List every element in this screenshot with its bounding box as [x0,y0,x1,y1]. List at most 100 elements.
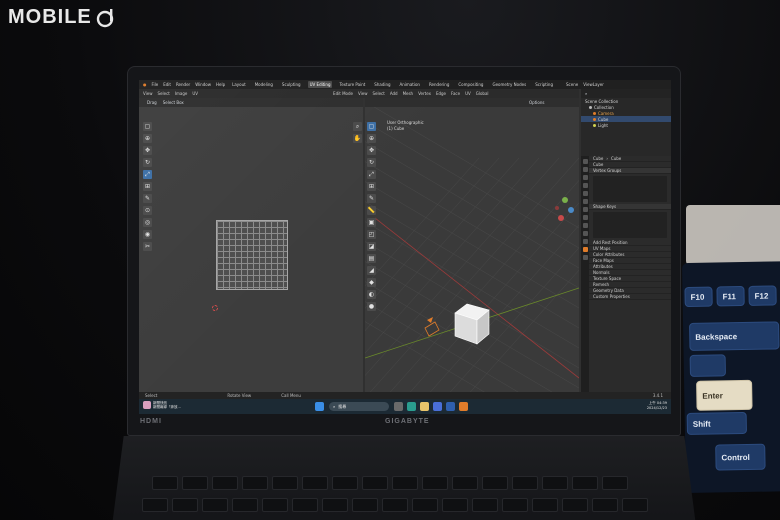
mode-selector[interactable]: Edit Mode [333,91,353,96]
vp-vertex-menu[interactable]: Vertex [418,91,431,96]
panel-custom-properties[interactable]: Custom Properties [589,294,671,300]
vp-select-menu[interactable]: Select [372,91,384,96]
select-box-tool-icon[interactable]: ▢ [367,122,376,131]
blender-taskbar-icon[interactable] [459,402,468,411]
file-explorer-icon[interactable] [420,402,429,411]
annotate-tool-icon[interactable]: ✎ [367,194,376,203]
cursor-tool-icon[interactable]: ⊕ [367,134,376,143]
camera-object-icon[interactable] [424,317,440,337]
panel-shape-keys[interactable]: Shape Keys [589,204,671,210]
view-layer-selector[interactable]: ViewLayer [583,82,604,87]
pinch-tool-icon[interactable]: ◉ [143,230,152,239]
uv-map-grid[interactable] [216,220,288,290]
tab-rendering[interactable]: Rendering [427,81,451,88]
tab-uv-editing[interactable]: UV Editing [307,81,333,88]
extrude-tool-icon[interactable]: ▣ [367,218,376,227]
loop-cut-tool-icon[interactable]: ▤ [367,254,376,263]
inset-tool-icon[interactable]: ◰ [367,230,376,239]
vp-mesh-menu[interactable]: Mesh [403,91,414,96]
object-tab-icon[interactable] [582,207,588,212]
3d-viewport[interactable]: Options User Orthographic (1) Cube ▢ ⊕ ✥… [365,98,579,392]
vp-face-menu[interactable]: Face [451,91,460,96]
uv-uv-menu[interactable]: UV [192,91,198,96]
vertex-groups-list[interactable] [593,176,667,202]
tab-shading[interactable]: Shading [372,81,392,88]
outliner-row-light[interactable]: Light [581,122,671,128]
cursor-tool-icon[interactable]: ⊕ [143,134,152,143]
orientation-selector[interactable]: Global [476,91,489,96]
cube-mesh[interactable] [454,303,490,345]
transform-tool-icon[interactable]: ⊞ [143,182,152,191]
tool-tab-icon[interactable] [582,159,588,164]
tab-scripting[interactable]: Scripting [533,81,555,88]
navigation-gizmo[interactable] [555,197,574,221]
scale-tool-icon[interactable]: ⤢ [143,170,152,179]
knife-tool-icon[interactable]: ◢ [367,266,376,275]
scene-selector[interactable]: Scene [566,82,578,87]
scene-tab-icon[interactable] [582,191,588,196]
annotate-tool-icon[interactable]: ✎ [143,194,152,203]
store-icon[interactable] [433,402,442,411]
smooth-tool-icon[interactable]: ● [367,302,376,311]
shape-keys-list[interactable] [593,212,667,238]
vp-edge-menu[interactable]: Edge [436,91,446,96]
move-tool-icon[interactable]: ✥ [143,146,152,155]
rip-tool-icon[interactable]: ✂ [143,242,152,251]
bevel-tool-icon[interactable]: ◪ [367,242,376,251]
news-widget[interactable]: 新聞快訊 新聞報導「奔放... [143,401,181,409]
measure-tool-icon[interactable]: 📏 [367,206,376,215]
move-tool-icon[interactable]: ✥ [367,146,376,155]
vp-add-menu[interactable]: Add [390,91,398,96]
tab-compositing[interactable]: Compositing [456,81,485,88]
scale-tool-icon[interactable]: ⤢ [367,170,376,179]
start-button-icon[interactable] [315,402,324,411]
rotate-tool-icon[interactable]: ↻ [367,158,376,167]
transform-tool-icon[interactable]: ⊞ [367,182,376,191]
menu-file[interactable]: File [152,82,159,87]
uv-editor[interactable]: Drag Select Box ▢ ⊕ ✥ ↻ ⤢ ⊞ ✎ ⊙ ◎ ◉ ✂ ⌕ … [139,98,363,392]
vp-view-menu[interactable]: View [358,91,368,96]
vp-uv-menu[interactable]: UV [465,91,471,96]
panel-vertex-groups[interactable]: Vertex Groups [589,168,671,174]
uv-view-menu[interactable]: View [143,91,153,96]
physics-tab-icon[interactable] [582,231,588,236]
edge-browser-icon[interactable] [407,402,416,411]
uv-2d-cursor-icon[interactable] [212,305,218,311]
menu-edit[interactable]: Edit [163,82,171,87]
particles-tab-icon[interactable] [582,223,588,228]
zoom-icon[interactable]: ⌕ [353,122,362,131]
uv-image-menu[interactable]: Image [175,91,188,96]
select-tool-icon[interactable]: ▢ [143,122,152,131]
world-tab-icon[interactable] [582,199,588,204]
spin-tool-icon[interactable]: ◐ [367,290,376,299]
grab-tool-icon[interactable]: ⊙ [143,206,152,215]
tab-modeling[interactable]: Modeling [253,81,275,88]
output-tab-icon[interactable] [582,175,588,180]
tab-layout[interactable]: Layout [230,81,248,88]
menu-render[interactable]: Render [176,82,190,87]
options-dropdown[interactable]: Options [529,100,544,105]
mail-icon[interactable] [446,402,455,411]
poly-build-tool-icon[interactable]: ◆ [367,278,376,287]
constraints-tab-icon[interactable] [582,239,588,244]
menu-window[interactable]: Window [195,82,211,87]
modifier-tab-icon[interactable] [582,215,588,220]
uv-select-menu[interactable]: Select [158,91,170,96]
rotate-tool-icon[interactable]: ↻ [143,158,152,167]
menu-help[interactable]: Help [216,82,225,87]
outliner-search-icon[interactable]: ⌕ [585,91,587,96]
tab-animation[interactable]: Animation [398,81,422,88]
mesh-data-tab-icon[interactable] [582,247,588,252]
taskbar-clock[interactable]: 上午 04:39 2024/12/23 [647,401,667,411]
material-tab-icon[interactable] [582,255,588,260]
taskbar-search[interactable]: ⌕ 搜尋 [329,402,389,411]
task-view-icon[interactable] [394,402,403,411]
uv-select-box-dropdown[interactable]: Select Box [163,100,184,105]
tab-texture-paint[interactable]: Texture Paint [337,81,367,88]
render-tab-icon[interactable] [582,167,588,172]
view-layer-tab-icon[interactable] [582,183,588,188]
pan-hand-icon[interactable]: ✋ [353,134,362,143]
relax-tool-icon[interactable]: ◎ [143,218,152,227]
tab-sculpting[interactable]: Sculpting [280,81,303,88]
tab-geometry-nodes[interactable]: Geometry Nodes [490,81,528,88]
